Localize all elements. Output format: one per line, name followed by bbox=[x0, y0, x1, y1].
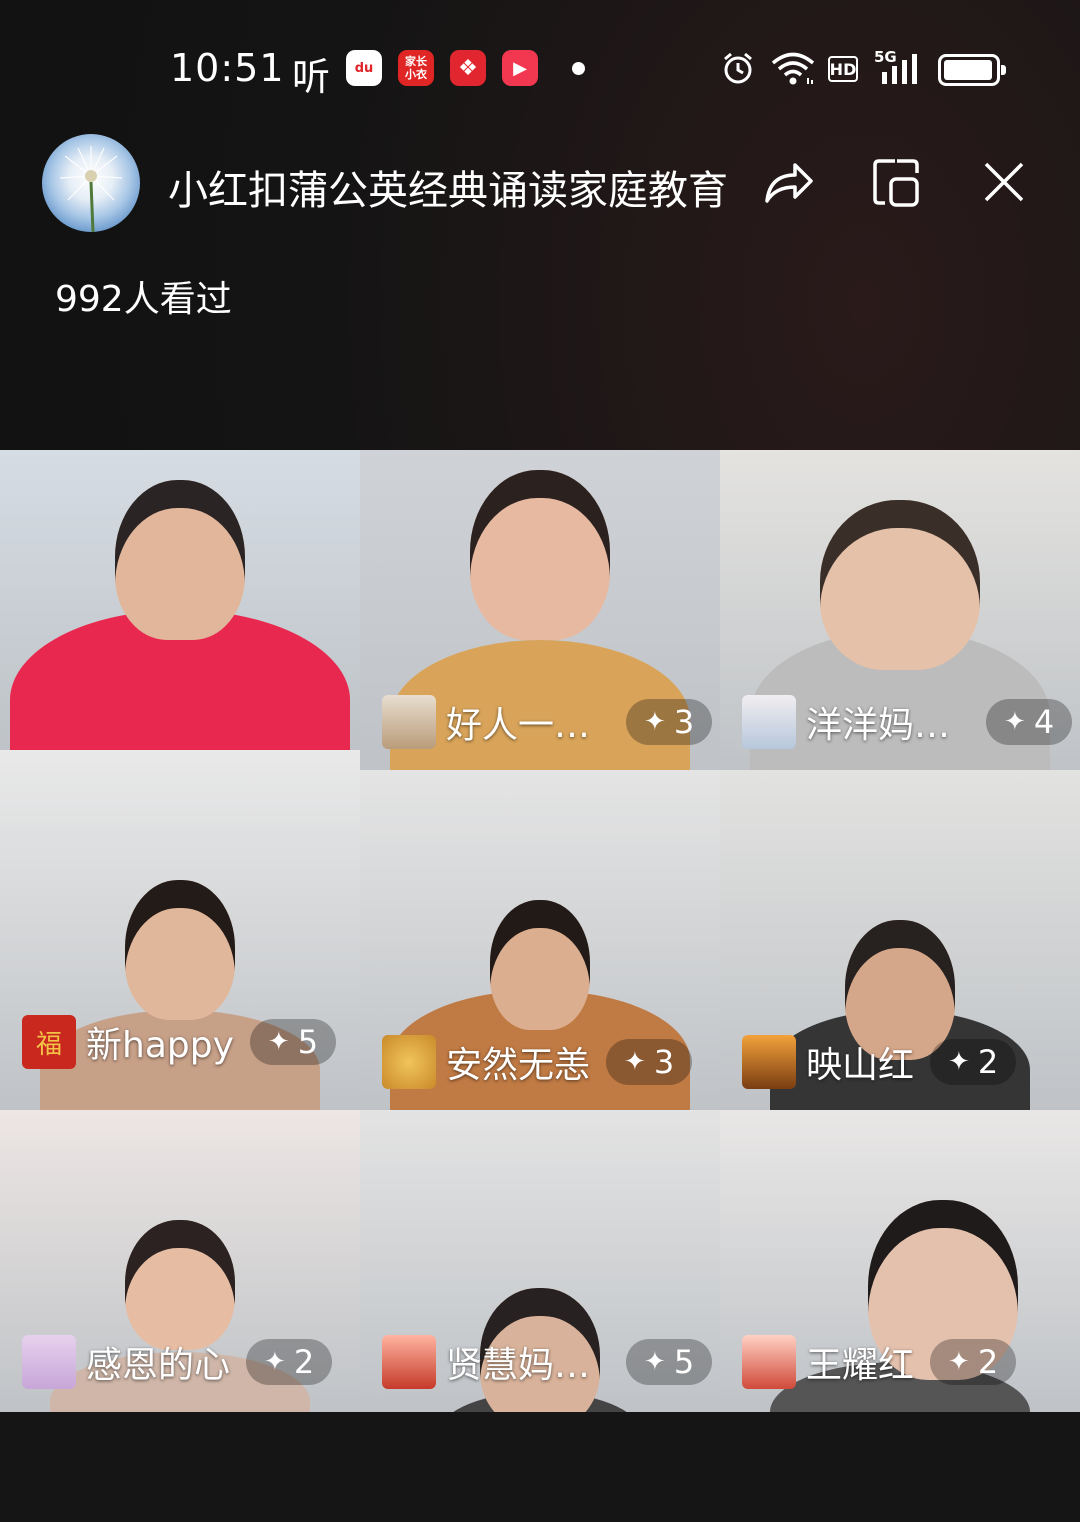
participant-label: 感恩的心 ✦ 2 bbox=[22, 1335, 333, 1389]
close-icon bbox=[984, 162, 1024, 202]
share-button[interactable] bbox=[758, 152, 818, 212]
clock: 10:51 bbox=[170, 46, 285, 90]
participant-face bbox=[820, 500, 980, 670]
ting-icon: 听 bbox=[292, 55, 331, 99]
video-tile[interactable]: 好人一… ✦ 3 bbox=[360, 450, 720, 770]
participant-name: 新happy bbox=[86, 1025, 234, 1066]
participant-avatar bbox=[382, 1335, 436, 1389]
participant-avatar bbox=[742, 695, 796, 749]
like-badge: ✦ 3 bbox=[606, 1039, 693, 1085]
video-tile[interactable]: 感恩的心 ✦ 2 bbox=[0, 1110, 360, 1412]
like-badge: ✦ 2 bbox=[246, 1339, 333, 1385]
participant-name: 安然无恙 bbox=[446, 1045, 591, 1086]
participant-face bbox=[125, 1220, 235, 1350]
video-play-icon: ▶ bbox=[502, 50, 538, 86]
sparkle-icon: ✦ bbox=[948, 1347, 970, 1377]
participant-face bbox=[125, 880, 235, 1020]
like-badge: ✦ 4 bbox=[986, 699, 1073, 745]
participant-name: 感恩的心 bbox=[86, 1345, 231, 1386]
participant-avatar bbox=[742, 1335, 796, 1389]
sparkle-icon: ✦ bbox=[264, 1347, 286, 1377]
video-tile-host[interactable] bbox=[0, 450, 360, 750]
floating-window-button[interactable] bbox=[866, 152, 926, 212]
video-tile[interactable]: 福 新happy ✦ 5 bbox=[0, 750, 360, 1110]
participant-avatar bbox=[22, 1335, 76, 1389]
sparkle-icon: ✦ bbox=[1004, 707, 1026, 737]
share-icon bbox=[765, 163, 813, 203]
participant-label: 洋洋妈… ✦ 4 bbox=[742, 695, 1073, 749]
participant-avatar bbox=[382, 695, 436, 749]
video-tile[interactable]: 王耀红 ✦ 2 bbox=[720, 1110, 1080, 1412]
like-badge: ✦ 2 bbox=[930, 1039, 1017, 1085]
jiazhang-icon: 家长 小衣 bbox=[398, 50, 434, 86]
participant-name: 映山红 bbox=[806, 1045, 915, 1086]
notification-dot bbox=[572, 62, 585, 75]
video-tile[interactable]: 贤慧妈… ✦ 5 bbox=[360, 1110, 720, 1412]
participant-face bbox=[490, 900, 590, 1030]
live-title: 小红扣蒲公英经典诵读家庭教育 bbox=[168, 168, 728, 214]
participant-face bbox=[470, 470, 610, 640]
participant-avatar bbox=[742, 1035, 796, 1089]
hd-icon: HD bbox=[828, 56, 858, 82]
floating-window-icon bbox=[873, 159, 919, 207]
like-count: 3 bbox=[673, 703, 695, 741]
video-grid: 好人一… ✦3 洋洋妈… ✦4 福 新happy ✦5 安然无恙 ✦3 bbox=[0, 450, 1080, 1412]
participant-label: 安然无恙 ✦ 3 bbox=[382, 1035, 693, 1089]
wifi-icon bbox=[770, 50, 816, 86]
status-bar: 10:51 听 du 家长 小衣 ❖ ▶ HD 5G bbox=[0, 0, 1080, 140]
like-count: 2 bbox=[977, 1343, 999, 1381]
like-badge: ✦ 2 bbox=[930, 1339, 1017, 1385]
video-tile[interactable]: 映山红 ✦ 2 bbox=[720, 770, 1080, 1110]
participant-name: 贤慧妈… bbox=[446, 1345, 591, 1386]
video-tile[interactable]: 安然无恙 ✦ 3 bbox=[360, 770, 720, 1110]
participant-name: 王耀红 bbox=[806, 1345, 915, 1386]
sparkle-icon: ✦ bbox=[644, 1347, 666, 1377]
close-button[interactable] bbox=[974, 152, 1034, 212]
participant-label: 贤慧妈… ✦ 5 bbox=[382, 1335, 713, 1389]
participant-name: 洋洋妈… bbox=[806, 705, 951, 746]
pinduoduo-icon: ❖ bbox=[450, 50, 486, 86]
channel-avatar[interactable] bbox=[42, 134, 140, 232]
bottom-area bbox=[0, 1412, 1080, 1522]
video-tile[interactable]: 洋洋妈… ✦ 4 bbox=[720, 450, 1080, 770]
like-count: 2 bbox=[293, 1343, 315, 1381]
like-count: 2 bbox=[977, 1043, 999, 1081]
participant-label: 王耀红 ✦ 2 bbox=[742, 1335, 1017, 1389]
like-count: 4 bbox=[1033, 703, 1055, 741]
viewer-count: 992人看过 bbox=[55, 279, 232, 320]
like-count: 5 bbox=[673, 1343, 695, 1381]
live-header: 小红扣蒲公英经典诵读家庭教育 bbox=[0, 130, 1080, 240]
sparkle-icon: ✦ bbox=[267, 1027, 290, 1057]
fu-avatar: 福 bbox=[22, 1015, 76, 1069]
like-count: 5 bbox=[297, 1023, 319, 1061]
participant-label: 福 新happy ✦ 5 bbox=[22, 1015, 337, 1069]
participant-label: 映山红 ✦ 2 bbox=[742, 1035, 1017, 1089]
like-count: 3 bbox=[653, 1043, 675, 1081]
like-badge: ✦ 5 bbox=[626, 1339, 713, 1385]
sparkle-icon: ✦ bbox=[644, 707, 666, 737]
sparkle-icon: ✦ bbox=[624, 1047, 646, 1077]
battery-icon bbox=[938, 54, 1006, 86]
participant-avatar bbox=[382, 1035, 436, 1089]
participant-label: 好人一… ✦ 3 bbox=[382, 695, 713, 749]
participant-face bbox=[115, 480, 245, 640]
participant-name: 好人一… bbox=[446, 705, 591, 746]
baidu-icon: du bbox=[346, 50, 382, 86]
network-type-label: 5G bbox=[874, 48, 897, 66]
alarm-icon bbox=[720, 50, 756, 86]
sparkle-icon: ✦ bbox=[948, 1047, 970, 1077]
like-badge: ✦ 5 bbox=[249, 1019, 337, 1065]
signal-5g-icon: 5G bbox=[874, 48, 924, 86]
like-badge: ✦ 3 bbox=[626, 699, 713, 745]
